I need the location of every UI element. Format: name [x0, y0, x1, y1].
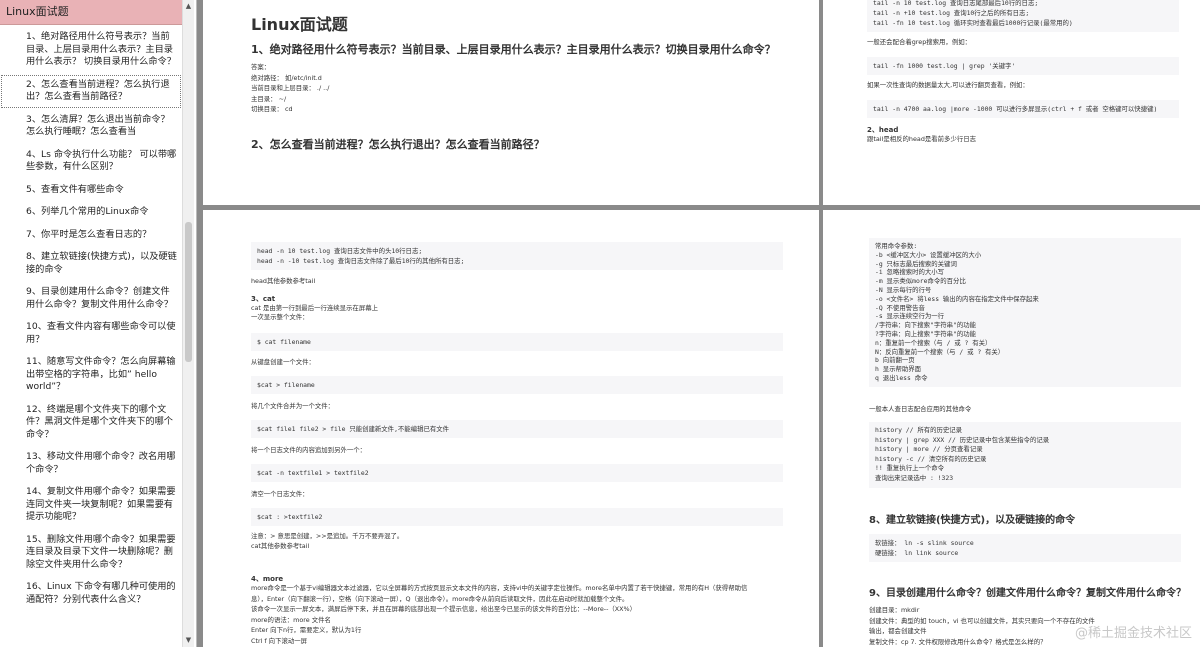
- text-line: 创建目录：mkdir: [869, 606, 920, 614]
- param-line: b 向前翻一页: [875, 356, 915, 365]
- text: 将一个日志文件的内容追加到另外一个：: [251, 446, 367, 454]
- links-block: 软链接： ln -s slink source 硬链接： ln link sour…: [869, 534, 1181, 562]
- text: 清空一个日志文件：: [251, 490, 309, 498]
- scroll-up-icon[interactable]: ▲: [184, 2, 193, 11]
- code-block: $cat > filename: [251, 376, 783, 394]
- param-line: n：重复前一个搜索（与 / 或 ? 有关）: [875, 338, 992, 347]
- outline-list: 1、绝对路径用什么符号表示？当前目录、上层目录用什么表示？主目录用什么表示？ 切…: [0, 26, 182, 611]
- outline-title: Linux面试题: [0, 0, 182, 25]
- outline-item-6[interactable]: 6、列举几个常用的Linux命令: [0, 201, 182, 224]
- history-line: history | grep XXX // 历史记录中包含某些指令的记录: [875, 435, 1050, 444]
- link-line: 软链接： ln -s slink source: [875, 539, 974, 547]
- code-block: tail -fn 1000 test.log | grep '关键字': [867, 57, 1179, 75]
- code-line: tail -fn 10 test.log 循环实时查看最后1000行记录(最常用…: [873, 19, 1073, 27]
- answer-1: 答案： 绝对路径： 如/etc/init.d 当前目录和上层目录： ./ ../…: [251, 62, 329, 115]
- param-line: -b <缓冲区大小> 设置缓冲区的大小: [875, 250, 982, 259]
- history-block: history // 所有的历史记录 history | grep XXX // …: [869, 422, 1181, 488]
- param-line: -N 显示每行的行号: [875, 285, 932, 294]
- code-block: head -n 10 test.log 查询日志文件中的头10行日志; head …: [251, 242, 783, 270]
- param-line: q 退出less 命令: [875, 373, 928, 382]
- text-line: Ctrl f 向下滚动一屏: [251, 636, 308, 645]
- document-page-4: 常用命令参数: -b <缓冲区大小> 设置缓冲区的大小 -g 只标志最后搜索的关键词…: [823, 210, 1200, 647]
- document-page-1: Linux面试题 1、绝对路径用什么符号表示？当前目录、上层目录用什么表示？主目…: [203, 0, 819, 205]
- text: 将几个文件合并为一个文件：: [251, 402, 335, 410]
- param-line: -o <文件名> 将less 输出的内容在指定文件中保存起来: [875, 294, 1039, 303]
- code-block: tail -n 10 test.log 查询日志尾部最后10行的日志; tail …: [867, 0, 1179, 32]
- text: 一次显示整个文件：: [251, 313, 309, 321]
- code-block: $cat file1 file2 > file 只能创建新文件,不能编辑已有文件: [251, 420, 783, 438]
- outline-item-15[interactable]: 15、删除文件用哪个命令？如果需要连目录及目录下文件一块删除呢？删除空文件夹用什…: [0, 529, 182, 577]
- answer-line: 主目录： ~/: [251, 94, 287, 103]
- param-line: -s 显示连续空行为一行: [875, 312, 945, 321]
- code-block: tail -n 4700 aa.log |more -1000 可以进行多屏显示…: [867, 100, 1179, 118]
- text: 如果一次性查询的数据量太大,可以进行翻页查看，例如：: [867, 81, 1029, 89]
- text: 从键盘创建一个文件：: [251, 358, 315, 366]
- outline-item-1[interactable]: 1、绝对路径用什么符号表示？当前目录、上层目录用什么表示？主目录用什么表示？ 切…: [0, 26, 182, 74]
- history-line: history | more // 分页查看记录: [875, 445, 983, 454]
- document-page-3: head -n 10 test.log 查询日志文件中的头10行日志; head …: [203, 210, 819, 647]
- page-title: Linux面试题: [251, 15, 348, 34]
- params-block: 常用命令参数: -b <缓冲区大小> 设置缓冲区的大小 -g 只标志最后搜索的关键词…: [869, 238, 1181, 387]
- text: 注意：> 意思是创建，>>是追加。千万不要弄混了。: [251, 532, 404, 540]
- outline-item-14[interactable]: 14、复制文件用哪个命令？如果需要连同文件夹一块复制呢？如果需要有提示功能呢？: [0, 481, 182, 529]
- text: 一般本人查日志配合应用的其他命令: [869, 405, 972, 413]
- link-line: 硬链接： ln link source: [875, 549, 959, 557]
- code-line: head -n 10 test.log 查询日志文件中的头10行日志;: [257, 247, 423, 255]
- answer-line: 当前目录和上层目录： ./ ../: [251, 84, 330, 92]
- text: 跟tail是相反的head是看前多少行日志: [867, 135, 977, 143]
- answer-line: 切换目录： cd: [251, 105, 293, 113]
- outline-item-5[interactable]: 5、查看文件有哪些命令: [0, 179, 182, 202]
- history-line: 查询出来记录选中 : !323: [875, 473, 954, 482]
- outline-item-13[interactable]: 13、移动文件用哪个命令？改名用哪个命令？: [0, 446, 182, 481]
- outline-item-3[interactable]: 3、怎么清屏？怎么退出当前命令？怎么执行睡眠？怎么查看当: [0, 109, 182, 144]
- outline-item-4[interactable]: 4、Ls 命令执行什么功能？ 可以带哪些参数，有什么区别？: [0, 144, 182, 179]
- outline-item-12[interactable]: 12、终端是哪个文件夹下的哪个文件？黑洞文件是哪个文件夹下的哪个命令？: [0, 399, 182, 447]
- text-line: 息），Enter（向下翻滚一行），空格（向下滚动一屏），Q（退出命令）。more…: [251, 594, 629, 603]
- question-1-heading: 1、绝对路径用什么符号表示？当前目录、上层目录用什么表示？主目录用什么表示？切换…: [251, 43, 776, 56]
- code-line: head -n -10 test.log 查询日志文件除了最后10行的其他所有日…: [257, 257, 465, 265]
- param-line: /字符串：向下搜索"字符串"的功能: [875, 321, 977, 330]
- outline-scrollbar[interactable]: ▲ ▼: [182, 0, 194, 647]
- text-line: 该命令一次显示一屏文本，满屏后停下来，并且在屏幕的底部出现一个提示信息，给出至今…: [251, 605, 636, 613]
- question-8-heading: 8、建立软链接(快捷方式)，以及硬链接的命令: [869, 515, 1076, 526]
- param-line: h 显示帮助界面: [875, 365, 922, 374]
- outline-item-9[interactable]: 9、目录创建用什么命令？创建文件用什么命令？复制文件用什么命令？: [0, 281, 182, 316]
- code-block: $cat -n textfile1 > textfile2: [251, 464, 783, 482]
- outline-item-8[interactable]: 8、建立软链接(快捷方式)，以及硬链接的命令: [0, 246, 182, 281]
- answer-line: 答案：: [251, 63, 271, 71]
- code-line: tail -n +10 test.log 查询10行之后的所有日志;: [873, 9, 1030, 17]
- param-line: N：反向重复前一个搜索（与 / 或 ? 有关）: [875, 347, 1005, 356]
- code-block: $cat : >textfile2: [251, 508, 783, 526]
- code-line: tail -n 10 test.log 查询日志尾部最后10行的日志;: [873, 0, 1039, 7]
- history-line: history // 所有的历史记录: [875, 426, 963, 434]
- outline-item-10[interactable]: 10、查看文件内容有哪些命令可以使用？: [0, 316, 182, 351]
- outline-item-16[interactable]: 16、Linux 下命令有哪几种可使用的通配符？分别代表什么含义？: [0, 576, 182, 611]
- text: 一般还会配合着grep搜索用，例如：: [867, 38, 971, 46]
- scroll-thumb[interactable]: [185, 222, 192, 362]
- param-line: ?字符串：向上搜索"字符串"的功能: [875, 329, 977, 338]
- text-line: more命令是一个基于vi编辑器文本过滤器，它以全屏幕的方式按页显示文本文件的内…: [251, 584, 748, 592]
- param-line: -i 忽略搜索时的大小写: [875, 268, 945, 277]
- question-9-heading: 9、目录创建用什么命令？创建文件用什么命令？复制文件用什么命令？: [869, 588, 1186, 599]
- outline-item-7[interactable]: 7、你平时是怎么查看日志的？: [0, 224, 182, 247]
- text-line: more的语法：more 文件名: [251, 615, 331, 624]
- more-description: more命令是一个基于vi编辑器文本过滤器，它以全屏幕的方式按页显示文本文件的内…: [251, 583, 811, 646]
- watermark: @稀土掘金技术社区: [1074, 626, 1192, 641]
- answer-line: 绝对路径： 如/etc/init.d: [251, 73, 322, 82]
- text: cat其他参数参考tail: [251, 542, 310, 550]
- scroll-down-icon[interactable]: ▼: [184, 636, 193, 645]
- text-line: Enter 向下n行，需要定义，默认为1行: [251, 626, 362, 634]
- outline-sidebar: Linux面试题 1、绝对路径用什么符号表示？当前目录、上层目录用什么表示？主目…: [0, 0, 197, 647]
- outline-item-2[interactable]: 2、怎么查看当前进程？怎么执行退出？怎么查看当前路径？: [0, 74, 182, 109]
- text: head其他参数参考tail: [251, 277, 316, 285]
- history-line: !! 重复执行上一个命令: [875, 464, 945, 473]
- code-block: $ cat filename: [251, 333, 783, 351]
- history-line: history -c // 清空所有的历史记录: [875, 454, 987, 463]
- param-line: -m 显示类似more命令的百分比: [875, 277, 966, 286]
- question-2-heading: 2、怎么查看当前进程？怎么执行退出？怎么查看当前路径？: [251, 138, 545, 151]
- params-title: 常用命令参数:: [875, 242, 918, 250]
- document-page-2: tail -n 10 test.log 查询日志尾部最后10行的日志; tail …: [823, 0, 1200, 205]
- outline-item-11[interactable]: 11、随意写文件命令？怎么向屏幕输出带空格的字符串，比如” hello worl…: [0, 351, 182, 399]
